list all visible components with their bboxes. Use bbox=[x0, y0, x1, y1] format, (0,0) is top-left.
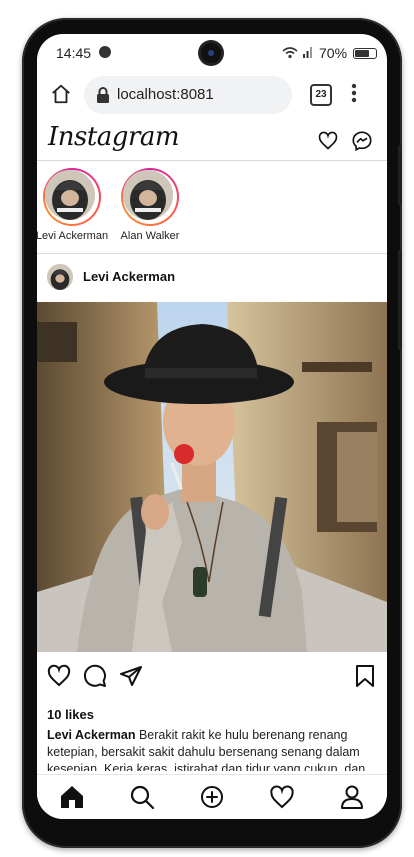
address-bar[interactable]: localhost:8081 bbox=[84, 76, 292, 114]
spotify-icon bbox=[99, 46, 111, 58]
post-actions bbox=[37, 662, 387, 692]
caption-username[interactable]: Levi Ackerman bbox=[47, 728, 135, 742]
stories-bar: Levi Ackerman Alan Walker bbox=[37, 161, 387, 254]
front-camera bbox=[201, 43, 221, 63]
browser-toolbar: localhost:8081 23 bbox=[37, 72, 387, 122]
story-ring bbox=[121, 168, 179, 226]
comment-icon[interactable] bbox=[83, 664, 107, 688]
story-name: Levi Ackerman bbox=[37, 230, 109, 242]
screen: 14:45 70% localhost:8081 23 Instagram Le… bbox=[37, 34, 387, 819]
add-icon[interactable] bbox=[199, 784, 225, 810]
heart-icon[interactable] bbox=[318, 131, 338, 151]
power-button bbox=[398, 250, 402, 350]
status-bar: 14:45 70% bbox=[37, 34, 387, 72]
lock-icon bbox=[97, 87, 109, 103]
post-caption: Levi Ackerman Berakit rakit ke hulu bere… bbox=[47, 727, 377, 771]
volume-button bbox=[398, 145, 402, 205]
likes-count[interactable]: 10 likes bbox=[47, 707, 94, 722]
messenger-icon[interactable] bbox=[351, 130, 373, 152]
story-item[interactable]: Alan Walker bbox=[110, 168, 190, 242]
tabs-icon[interactable]: 23 bbox=[310, 84, 332, 106]
home-icon[interactable] bbox=[50, 83, 72, 105]
search-icon[interactable] bbox=[129, 784, 155, 810]
battery-percent: 70% bbox=[319, 45, 348, 61]
story-item[interactable]: Levi Ackerman bbox=[37, 168, 112, 242]
heart-icon[interactable] bbox=[47, 664, 71, 688]
status-time: 14:45 bbox=[56, 45, 92, 61]
post-header: Levi Ackerman bbox=[37, 254, 387, 302]
bookmark-icon[interactable] bbox=[355, 664, 375, 688]
battery-icon bbox=[353, 48, 377, 59]
menu-icon[interactable] bbox=[351, 82, 357, 104]
avatar bbox=[45, 170, 95, 220]
activity-icon[interactable] bbox=[269, 784, 295, 810]
story-ring bbox=[43, 168, 101, 226]
avatar[interactable] bbox=[47, 264, 73, 290]
avatar bbox=[123, 170, 173, 220]
share-icon[interactable] bbox=[119, 664, 143, 688]
post-username[interactable]: Levi Ackerman bbox=[83, 269, 175, 284]
home-icon[interactable] bbox=[59, 784, 85, 810]
profile-icon[interactable] bbox=[339, 784, 365, 810]
instagram-logo[interactable]: Instagram bbox=[48, 122, 180, 152]
url-text: localhost:8081 bbox=[117, 86, 214, 103]
bottom-nav bbox=[37, 774, 387, 819]
wifi-icon bbox=[281, 45, 315, 62]
post-image[interactable] bbox=[37, 302, 387, 652]
app-header: Instagram bbox=[37, 122, 387, 161]
story-name: Alan Walker bbox=[120, 230, 180, 242]
